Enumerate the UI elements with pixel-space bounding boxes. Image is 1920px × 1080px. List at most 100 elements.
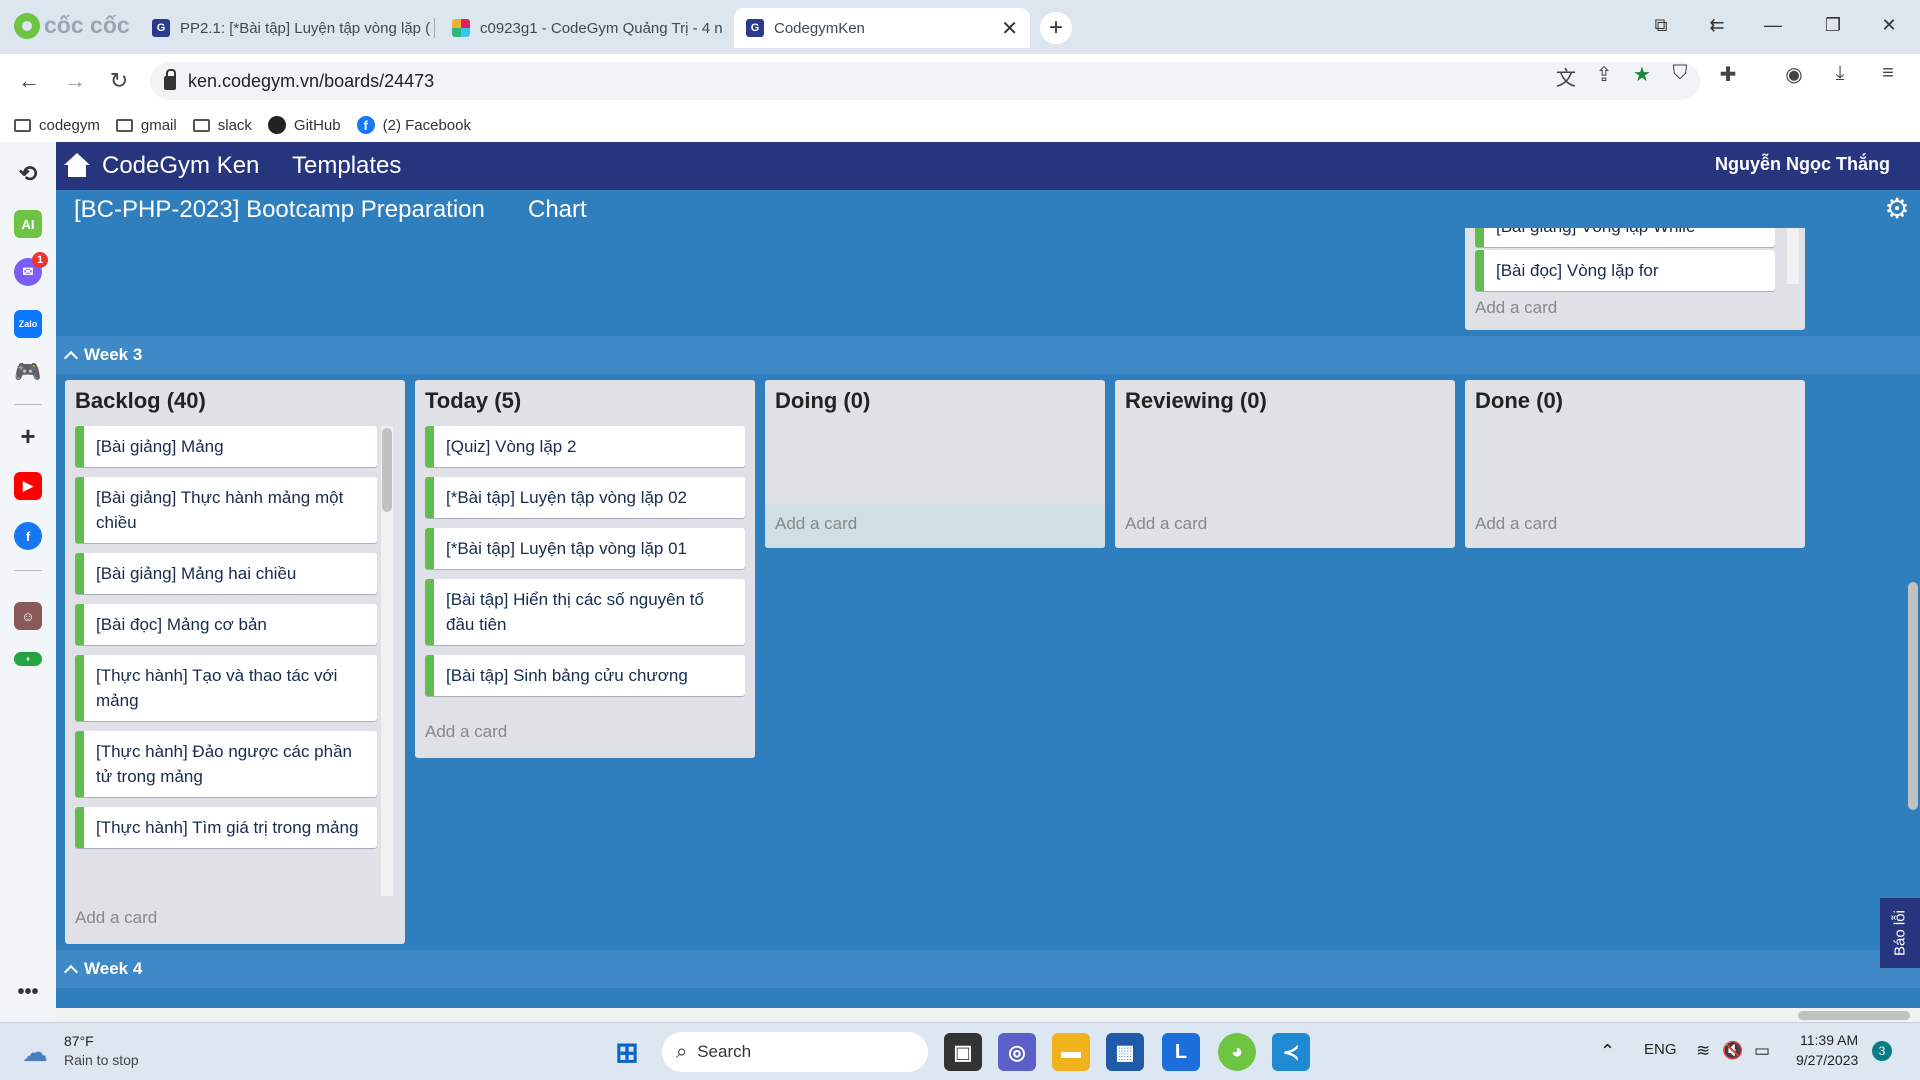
back-arrows-icon[interactable]: ⇇ [1700,8,1734,42]
add-panel-icon[interactable]: + [14,421,42,451]
card[interactable]: [Thực hành] Tìm giá trị trong mảng [75,807,377,848]
user-name[interactable]: Nguyễn Ngọc Thắng [1715,154,1890,175]
list-title[interactable]: Backlog (40) [75,388,206,414]
bookmark-gmail[interactable]: gmail [115,117,177,134]
close-window-button[interactable]: ✕ [1872,8,1906,42]
page-horizontal-scrollbar[interactable] [56,1008,1920,1022]
battery-icon[interactable]: ▭ [1754,1041,1770,1061]
windows-start-icon[interactable]: ⊞ [608,1033,646,1071]
more-icon[interactable]: ••• [14,978,42,1006]
ai-assistant-icon[interactable]: AI [14,210,42,238]
week-4-header[interactable]: Week 4 [56,950,1920,988]
teams-icon[interactable]: ◎ [998,1033,1036,1071]
facebook-icon[interactable]: f [14,522,42,550]
card[interactable]: [*Bài tập] Luyện tập vòng lặp 01 [425,528,745,569]
card[interactable]: [Thực hành] Đảo ngược các phần tử trong … [75,731,377,797]
clock-time[interactable]: 11:39 AM [1800,1032,1858,1048]
board-title[interactable]: [BC-PHP-2023] Bootcamp Preparation [74,196,485,224]
card[interactable]: [Bài giảng] Mảng [75,426,377,467]
templates-link[interactable]: Templates [292,152,401,180]
microsoft-store-icon[interactable]: ▦ [1106,1033,1144,1071]
weather-temp[interactable]: 87°F [64,1033,94,1049]
new-tab-button[interactable]: + [1040,12,1072,44]
card[interactable]: [Bài giảng] Mảng hai chiều [75,553,377,594]
card[interactable]: [Bài giảng] Vòng lặp While [1475,228,1775,247]
home-icon[interactable] [64,153,90,179]
volume-muted-icon[interactable]: 🔇 [1722,1041,1743,1061]
bookmark-codegym[interactable]: codegym [14,117,100,134]
task-view-icon[interactable]: ▣ [944,1033,982,1071]
card[interactable]: [Bài tập] Hiển thị các số nguyên tố đầu … [425,579,745,645]
add-card-button[interactable]: Add a card [765,504,1105,548]
card[interactable]: [Bài tập] Sinh bảng cửu chương [425,655,745,696]
messenger-icon[interactable]: ✉ 1 [14,252,48,286]
zalo-icon[interactable]: Zalo [14,310,42,338]
forward-button[interactable]: → [60,66,90,96]
bookmark-slack[interactable]: slack [192,117,252,134]
profile-icon[interactable]: ◉ [1782,62,1806,87]
history-icon[interactable]: ⟲ [14,160,42,188]
chart-link[interactable]: Chart [528,196,587,224]
add-card-button[interactable]: Add a card [1465,504,1805,548]
menu-icon[interactable]: ≡ [1876,62,1900,85]
list-title[interactable]: Doing (0) [775,388,870,414]
list-title[interactable]: Today (5) [425,388,521,414]
extensions-icon[interactable]: ✚ [1716,62,1740,87]
bookmark-star-icon[interactable]: ★ [1630,62,1654,87]
back-button[interactable]: ← [14,66,44,96]
shield-icon[interactable]: ⛉ [1668,62,1692,85]
restore-button[interactable]: ❐ [1816,8,1850,42]
week-3-header[interactable]: Week 3 [56,336,1920,374]
tab-codegymken[interactable]: G CodegymKen ✕ [734,8,1030,48]
list-scrollbar[interactable] [1787,228,1799,284]
bookmark-github[interactable]: GitHub [267,116,341,134]
card[interactable]: [Bài đọc] Vòng lặp for [1475,250,1775,291]
vscode-icon[interactable]: ≺ [1272,1033,1310,1071]
card[interactable]: [Thực hành] Tạo và thao tác với mảng [75,655,377,721]
add-card-button[interactable]: Add a card [1115,504,1455,548]
reload-button[interactable]: ↻ [104,66,134,96]
weather-desc[interactable]: Rain to stop [64,1052,139,1068]
address-bar[interactable]: ken.codegym.vn/boards/24473 [150,62,1700,100]
tab-slack[interactable]: c0923g1 - CodeGym Quảng Trị - 4 n [440,8,730,48]
game-avatar-icon[interactable]: ☺ [14,602,42,630]
card[interactable]: [Quiz] Vòng lặp 2 [425,426,745,467]
list-title[interactable]: Done (0) [1475,388,1563,414]
notification-badge[interactable]: 3 [1872,1041,1892,1061]
scrollbar-thumb[interactable] [1798,1011,1910,1020]
bookmark-facebook[interactable]: f (2) Facebook [356,116,471,134]
download-icon[interactable]: ⤓ [1828,62,1852,85]
coccoc-taskbar-icon[interactable]: ◕ [1218,1033,1256,1071]
card[interactable]: [*Bài tập] Luyện tập vòng lặp 02 [425,477,745,518]
list-scrollbar[interactable] [381,426,393,896]
clock-date[interactable]: 9/27/2023 [1796,1052,1858,1068]
game-controller-icon[interactable]: 🎮 [14,358,42,386]
minimize-button[interactable]: — [1756,8,1790,42]
language-indicator[interactable]: ENG [1644,1041,1677,1058]
card[interactable]: [Bài đọc] Mảng cơ bản [75,604,377,645]
weather-icon[interactable]: ☁ [22,1037,48,1068]
screenshot-icon[interactable]: ⧉ [1644,8,1678,42]
l-app-icon[interactable]: L [1162,1033,1200,1071]
taskbar-search[interactable]: ⌕ Search [662,1032,928,1072]
report-bug-button[interactable]: Báo lỗi [1880,898,1920,968]
file-explorer-icon[interactable]: ▬ [1052,1033,1090,1071]
fantasy-game-icon[interactable]: ♦ [14,652,42,666]
add-card-button[interactable]: Add a card [75,908,157,928]
tab-close-icon[interactable]: ✕ [1001,16,1018,41]
translate-icon[interactable]: 文 [1554,62,1578,91]
scrollbar-thumb[interactable] [1908,582,1918,810]
wifi-icon[interactable]: ≋ [1696,1041,1710,1061]
browser-logo[interactable]: cốc cốc [14,12,130,39]
gear-icon[interactable]: ⚙ [1884,195,1910,223]
brand-link[interactable]: CodeGym Ken [102,152,259,180]
page-vertical-scrollbar[interactable] [1906,232,1920,1012]
card[interactable]: [Bài giảng] Thực hành mảng một chiều [75,477,377,543]
scrollbar-thumb[interactable] [382,428,392,512]
tray-chevron-icon[interactable]: ⌃ [1600,1041,1615,1062]
tab-pp21[interactable]: G PP2.1: [*Bài tập] Luyện tập vòng lặp ( [140,8,430,48]
add-card-button[interactable]: Add a card [425,722,507,742]
list-title[interactable]: Reviewing (0) [1125,388,1267,414]
youtube-icon[interactable]: ▶ [14,472,42,500]
share-icon[interactable]: ⇪ [1592,62,1616,87]
